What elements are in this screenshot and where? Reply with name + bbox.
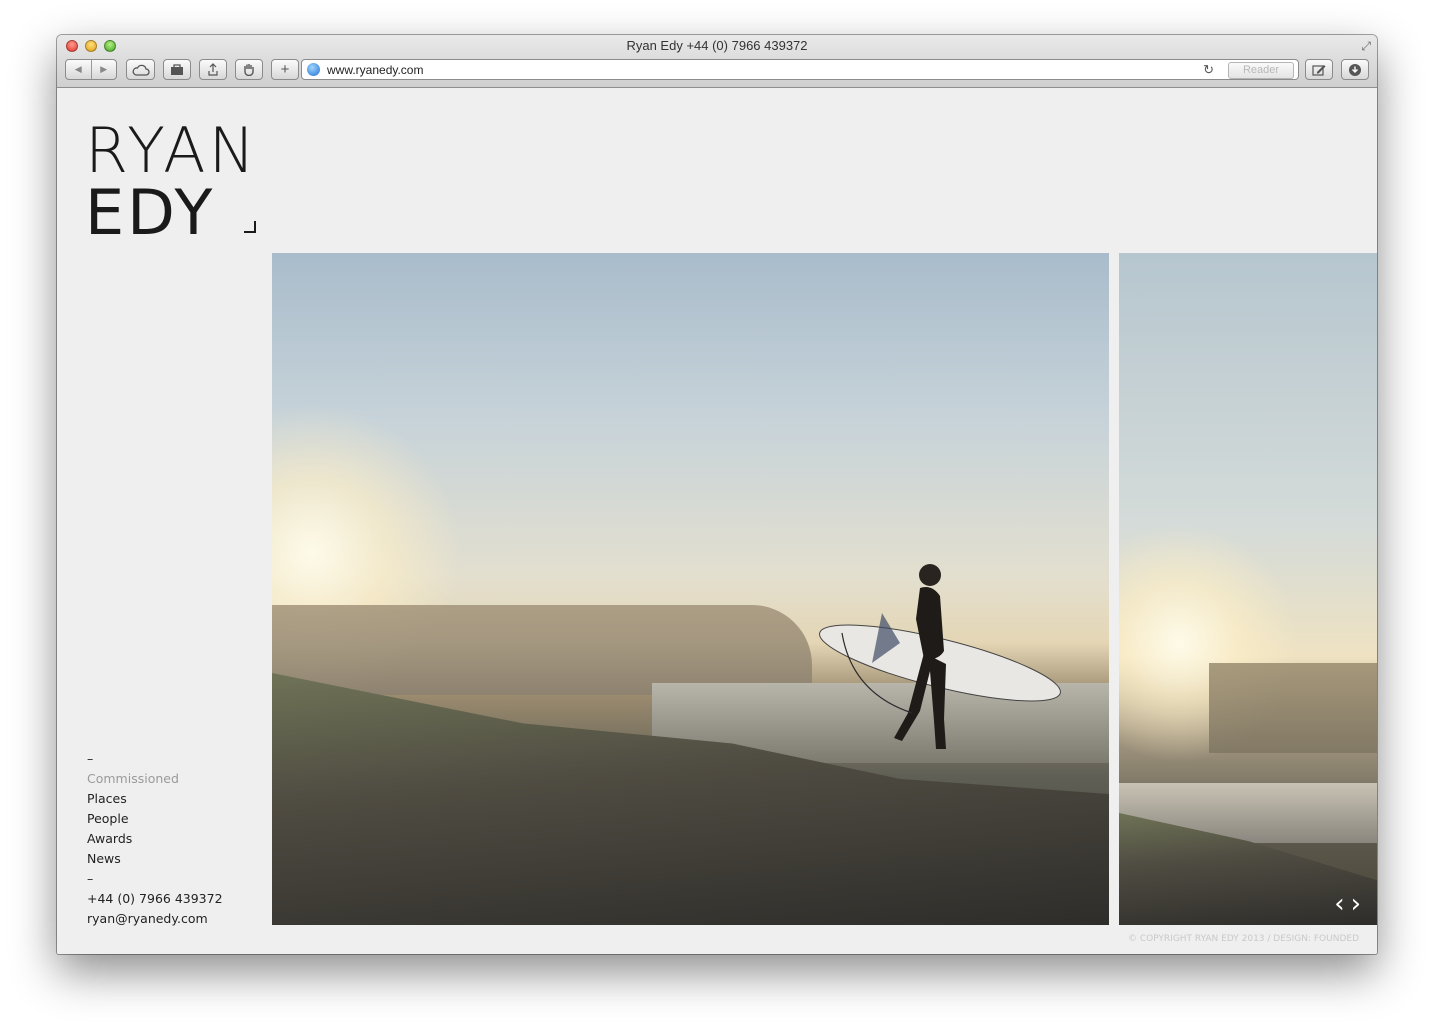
- globe-icon: [307, 63, 320, 76]
- contact-email[interactable]: ryan@ryanedy.com: [87, 909, 223, 929]
- cloud-icon: [132, 64, 150, 76]
- hand-icon: [244, 64, 254, 76]
- reader-button[interactable]: Reader: [1228, 62, 1294, 79]
- pencil-icon: [1312, 65, 1326, 76]
- headland: [1209, 663, 1377, 753]
- nav-item-commissioned[interactable]: Commissioned: [87, 769, 223, 789]
- nav-item-awards[interactable]: Awards: [87, 829, 223, 849]
- gallery-photo-next[interactable]: ‹ ›: [1119, 253, 1377, 925]
- page-content: RYAN EDY – Commissioned Places People Aw…: [57, 88, 1377, 954]
- fullscreen-icon[interactable]: ⤢: [1361, 39, 1371, 54]
- prev-arrow-icon[interactable]: ‹: [1334, 889, 1344, 919]
- bag-icon: [171, 64, 183, 75]
- nav-item-places[interactable]: Places: [87, 789, 223, 809]
- headland: [272, 605, 812, 695]
- surfer-silhouette: [819, 564, 1061, 749]
- back-forward-buttons: ◀ ▶: [65, 59, 117, 80]
- edit-button[interactable]: [1305, 59, 1333, 80]
- download-icon: [1349, 63, 1361, 76]
- nav-divider: –: [87, 751, 94, 766]
- reading-list-button[interactable]: [163, 59, 191, 80]
- contact-phone[interactable]: +44 (0) 7966 439372: [87, 889, 223, 909]
- gallery-photo-main[interactable]: [272, 253, 1109, 925]
- next-arrow-icon[interactable]: ›: [1351, 889, 1361, 919]
- site-logo[interactable]: RYAN EDY: [85, 114, 260, 249]
- hand-button[interactable]: [235, 59, 263, 80]
- nav-divider: –: [87, 871, 94, 886]
- icloud-tabs-button[interactable]: [126, 59, 155, 80]
- browser-toolbar: Ryan Edy +44 (0) 7966 439372 ⤢ ◀ ▶ + www…: [57, 35, 1377, 88]
- forward-arrow-icon[interactable]: ▶: [92, 64, 117, 75]
- share-icon: [208, 63, 218, 76]
- logo-line-2: EDY: [85, 176, 216, 249]
- gallery-arrows: ‹ ›: [1334, 889, 1361, 919]
- reload-icon[interactable]: ↻: [1203, 62, 1214, 78]
- footer-copyright[interactable]: © COPYRIGHT RYAN EDY 2013 / DESIGN: FOUN…: [1128, 934, 1359, 944]
- downloads-button[interactable]: [1341, 59, 1369, 80]
- window-title: Ryan Edy +44 (0) 7966 439372: [626, 38, 808, 53]
- plus-icon: +: [280, 61, 290, 78]
- site-nav: – Commissioned Places People Awards News…: [87, 749, 223, 929]
- new-tab-button[interactable]: +: [271, 59, 299, 80]
- browser-window: Ryan Edy +44 (0) 7966 439372 ⤢ ◀ ▶ + www…: [57, 35, 1377, 954]
- nav-item-news[interactable]: News: [87, 849, 223, 869]
- url-text[interactable]: www.ryanedy.com: [327, 63, 423, 77]
- share-button[interactable]: [199, 59, 227, 80]
- logo-corner-mark: [244, 221, 256, 233]
- back-arrow-icon[interactable]: ◀: [66, 64, 91, 75]
- nav-item-people[interactable]: People: [87, 809, 223, 829]
- address-bar[interactable]: www.ryanedy.com ↻ Reader: [301, 59, 1299, 80]
